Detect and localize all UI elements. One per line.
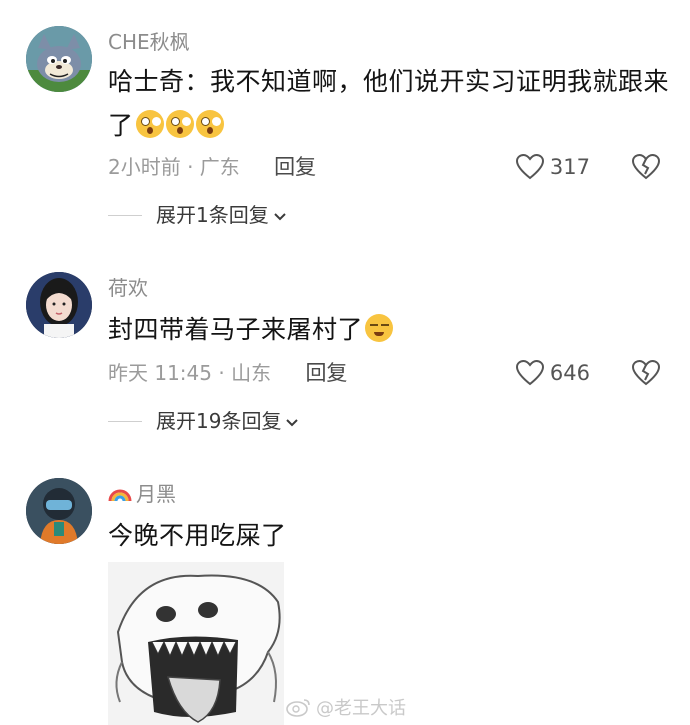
comment-text: 今晚不用吃屎了 [108,514,673,558]
comment-item: 月黑 今晚不用吃屎了 [0,0,690,725]
comment-body: 今晚不用吃屎了 [108,521,287,550]
character-avatar-icon [26,478,92,544]
meme-image[interactable] [108,562,284,725]
watermark: @老王大话 [286,694,406,720]
rainbow-icon [108,489,132,502]
monster-meme-image [108,562,284,725]
username-text: 月黑 [136,482,176,506]
weibo-logo-icon [286,699,310,717]
username[interactable]: 月黑 [108,482,176,506]
watermark-text: @老王大话 [316,698,406,719]
avatar[interactable] [26,478,92,544]
